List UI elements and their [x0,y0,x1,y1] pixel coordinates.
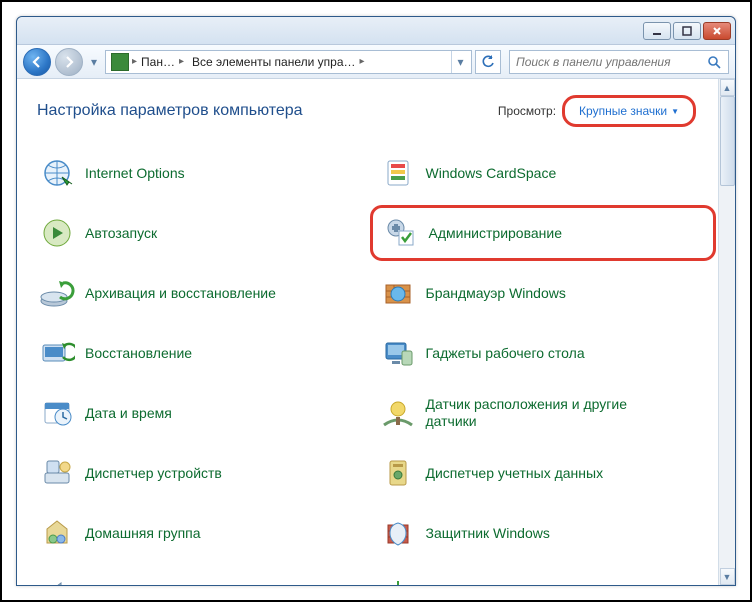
tray-icon [380,575,416,585]
breadcrumb-text: Пан… [141,55,175,69]
scroll-down-button[interactable]: ▼ [720,568,735,585]
item-label: Восстановление [85,345,192,362]
item-label: Архивация и восстановление [85,285,276,302]
view-dropdown[interactable]: Крупные значки ▼ [562,95,696,127]
control-panel-item[interactable]: Диспетчер устройств [37,449,368,497]
item-label: Автозапуск [85,225,157,242]
item-label: Диспетчер учетных данных [426,465,604,482]
maximize-button[interactable] [673,22,701,40]
item-label: Internet Options [85,165,185,182]
item-label: Диспетчер устройств [85,465,222,482]
breadcrumb[interactable]: ▸ Пан… ▸ Все элементы панели упра… ▸ ▾ [105,50,472,74]
content-area: Настройка параметров компьютера Просмотр… [17,79,718,585]
homegroup-icon [39,515,75,551]
control-panel-item[interactable]: Диспетчер учетных данных [378,449,709,497]
view-selector: Просмотр: Крупные значки ▼ [498,95,696,127]
address-dropdown[interactable]: ▾ [451,51,469,73]
forward-button[interactable] [55,48,83,76]
view-label: Просмотр: [498,104,556,118]
control-panel-item[interactable]: Архивация и восстановление [37,269,368,317]
control-panel-window: ▾ ▸ Пан… ▸ Все элементы панели упра… ▸ ▾ Н… [16,16,736,586]
firewall-icon [380,275,416,311]
control-panel-item[interactable]: Восстановление [37,329,368,377]
backup-icon [39,275,75,311]
scroll-track[interactable] [720,96,735,568]
sensor-icon [380,395,416,431]
view-value: Крупные значки [579,104,667,118]
item-label: Брандмауэр Windows [426,285,566,302]
scroll-thumb[interactable] [720,96,735,186]
breadcrumb-segment-2[interactable]: Все элементы панели упра… ▸ [188,51,369,73]
control-panel-item[interactable]: Значки области [378,569,709,585]
navigation-bar: ▾ ▸ Пан… ▸ Все элементы панели упра… ▸ ▾ [17,45,735,79]
chevron-right-icon: ▸ [179,56,184,67]
item-label: Домашняя группа [85,525,201,542]
control-panel-item[interactable]: Брандмауэр Windows [378,269,709,317]
internet-options-icon [39,155,75,191]
control-panel-item[interactable]: Домашняя группа [37,509,368,557]
page-title: Настройка параметров компьютера [37,102,303,120]
control-panel-item[interactable]: Internet Options [37,149,368,197]
scroll-up-button[interactable]: ▲ [720,79,735,96]
item-label: Windows CardSpace [426,165,557,182]
history-dropdown[interactable]: ▾ [87,52,101,72]
defender-icon [380,515,416,551]
control-panel-item[interactable]: Дата и время [37,389,368,437]
items-grid: Internet Options Windows CardSpace Автозап… [37,149,708,585]
devmgr-icon [39,455,75,491]
breadcrumb-text: Все элементы панели упра… [192,55,356,69]
item-label: Гаджеты рабочего стола [426,345,585,362]
control-panel-item[interactable]: Администрирование [370,205,717,261]
sound-icon [39,575,75,585]
titlebar [17,17,735,45]
control-panel-item[interactable]: Гаджеты рабочего стола [378,329,709,377]
cardspace-icon [380,155,416,191]
chevron-right-icon: ▸ [360,56,365,67]
control-panel-item[interactable]: Windows CardSpace [378,149,709,197]
search-input[interactable] [516,55,706,69]
minimize-button[interactable] [643,22,671,40]
chevron-down-icon: ▼ [671,107,679,116]
item-label: Защитник Windows [426,525,550,542]
breadcrumb-segment-1[interactable]: Пан… ▸ [137,51,188,73]
autoplay-icon [39,215,75,251]
close-button[interactable] [703,22,731,40]
gadgets-icon [380,335,416,371]
datetime-icon [39,395,75,431]
admin-icon [383,215,419,251]
item-label: Администрирование [429,225,563,242]
control-panel-item[interactable]: Защитник Windows [378,509,709,557]
control-panel-item[interactable]: Звук [37,569,368,585]
control-panel-item[interactable]: Датчик расположения и другие датчики [378,389,709,437]
back-button[interactable] [23,48,51,76]
refresh-button[interactable] [475,50,501,74]
item-label: Дата и время [85,405,172,422]
recovery-icon [39,335,75,371]
screenshot-frame: ▾ ▸ Пан… ▸ Все элементы панели упра… ▸ ▾ Н… [0,0,752,602]
header-row: Настройка параметров компьютера Просмотр… [37,95,708,127]
item-label: Датчик расположения и другие датчики [426,396,646,430]
content-wrap: Настройка параметров компьютера Просмотр… [17,79,735,585]
search-icon[interactable] [706,54,722,70]
vertical-scrollbar[interactable]: ▲ ▼ [718,79,735,585]
credmgr-icon [380,455,416,491]
search-box[interactable] [509,50,729,74]
control-panel-item[interactable]: Автозапуск [37,209,368,257]
control-panel-icon [111,53,129,71]
